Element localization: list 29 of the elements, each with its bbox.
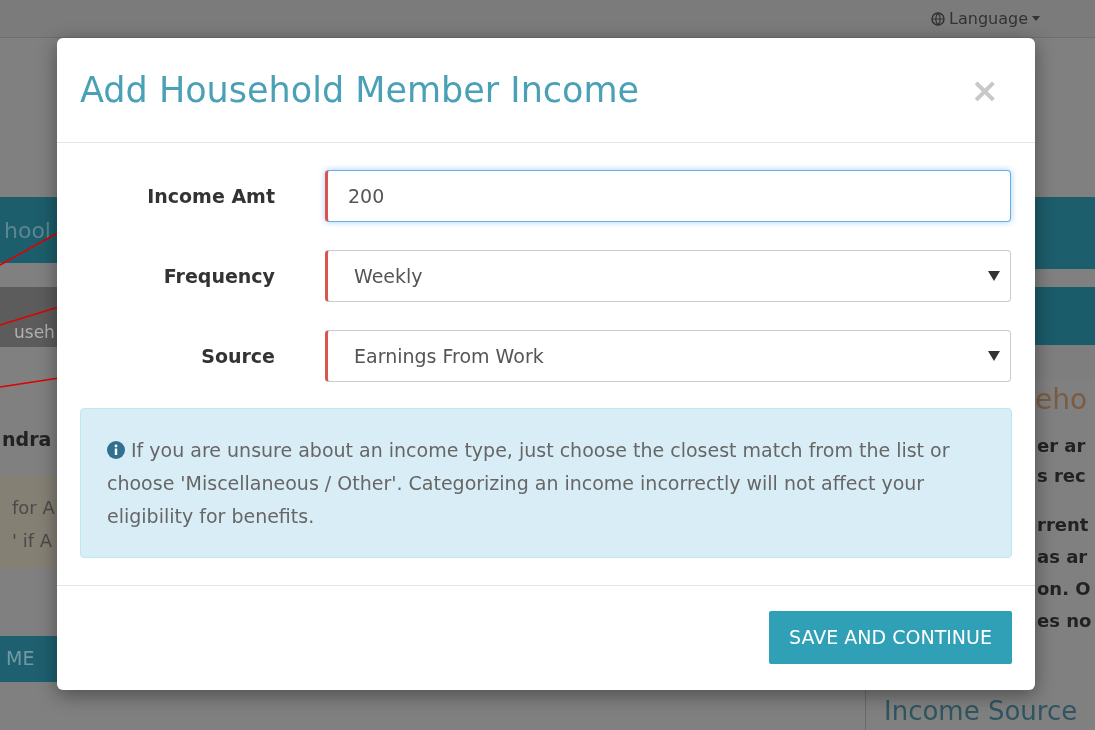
modal-title: Add Household Member Income <box>80 68 640 112</box>
section-heading: eho <box>1035 382 1089 418</box>
close-button[interactable]: × <box>970 73 999 107</box>
field-label: Source <box>200 343 275 369</box>
caret-icon <box>1032 16 1040 21</box>
body-text: es no <box>1037 609 1093 633</box>
panel-title: Income Source <box>884 696 1078 726</box>
field-label: Frequency <box>162 263 275 289</box>
banner <box>1035 197 1095 269</box>
body-text: s rec <box>1037 464 1087 488</box>
caret-icon <box>988 351 1000 361</box>
info-text: If you are unsure about an income type, just choose the closest match from the list or choose 'Miscellaneous / Other'. Categorizing an income incorrectly will not affect your eligibility for benefits. <box>107 438 951 529</box>
globe-icon <box>931 11 946 26</box>
notice-text: ' if A <box>12 528 54 553</box>
dropdown-field[interactable]: Earnings From Work <box>325 330 1011 382</box>
dropdown-field[interactable]: Weekly <box>325 250 1011 302</box>
notice-text: for A <box>12 495 56 520</box>
info-icon <box>107 441 125 459</box>
amount-input[interactable]: 200 <box>325 170 1011 222</box>
body-text: as ar <box>1037 545 1089 569</box>
language-menu[interactable]: Language <box>931 6 1040 31</box>
body-text: rrent <box>1037 513 1090 537</box>
body-text: on. O <box>1037 577 1092 601</box>
body-text: er ar <box>1037 434 1087 458</box>
section-heading: ndra <box>1 427 53 452</box>
field-label: Income Amt <box>146 183 275 209</box>
caret-icon <box>988 271 1000 281</box>
tab-bar <box>1035 287 1095 345</box>
save-button[interactable]: SAVE AND CONTINUE <box>769 611 1012 664</box>
